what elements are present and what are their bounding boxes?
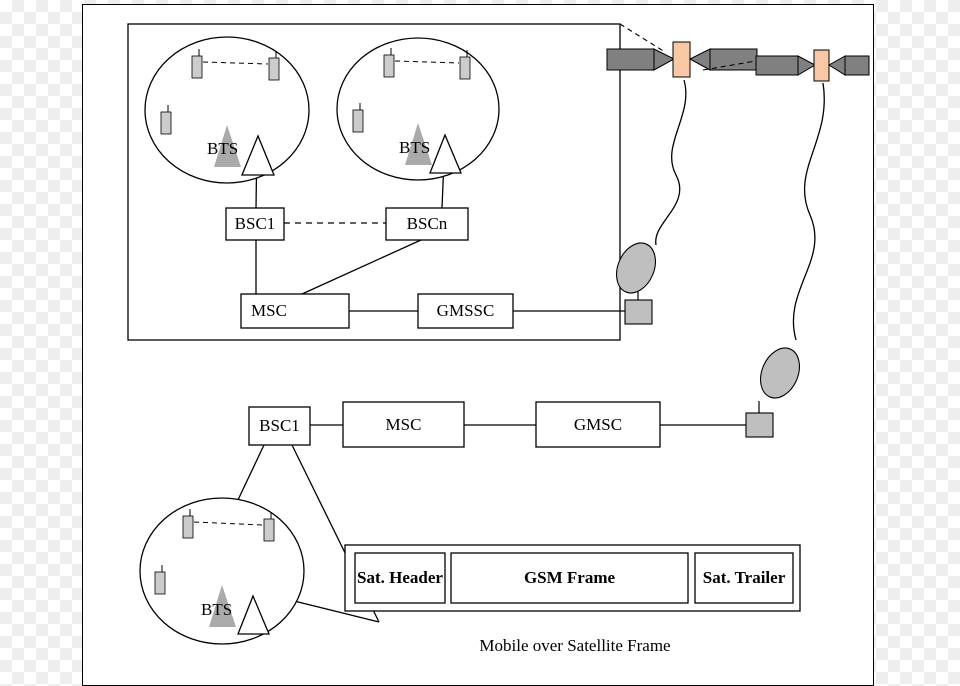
label-bsc1-top: BSC1 bbox=[226, 208, 284, 240]
satellite-right bbox=[756, 50, 869, 81]
label-sat-trailer: Sat. Trailer bbox=[695, 553, 793, 603]
label-gmssc-top: GMSSC bbox=[418, 294, 513, 328]
gs-upper-base bbox=[625, 300, 652, 324]
wave-lower bbox=[793, 83, 824, 340]
label-gmsc-mid: GMSC bbox=[536, 402, 660, 447]
label-bts-b: BTS bbox=[201, 600, 232, 620]
label-bscn-top: BSCn bbox=[386, 208, 468, 240]
label-msc-top: MSC bbox=[241, 294, 359, 328]
sat-dash-left bbox=[620, 24, 665, 52]
label-bsc1-mid: BSC1 bbox=[249, 407, 310, 445]
label-bts-tr: BTS bbox=[399, 138, 430, 158]
gs-lower-base bbox=[746, 413, 773, 437]
label-msc-mid: MSC bbox=[343, 402, 464, 447]
label-caption: Mobile over Satellite Frame bbox=[430, 636, 720, 656]
label-bts-tl: BTS bbox=[207, 139, 238, 159]
gs-lower-dish bbox=[753, 342, 806, 404]
wave-upper bbox=[656, 80, 686, 245]
label-sat-header: Sat. Header bbox=[355, 553, 445, 603]
satellite-left bbox=[607, 42, 757, 77]
label-gsm-frame: GSM Frame bbox=[451, 553, 688, 603]
